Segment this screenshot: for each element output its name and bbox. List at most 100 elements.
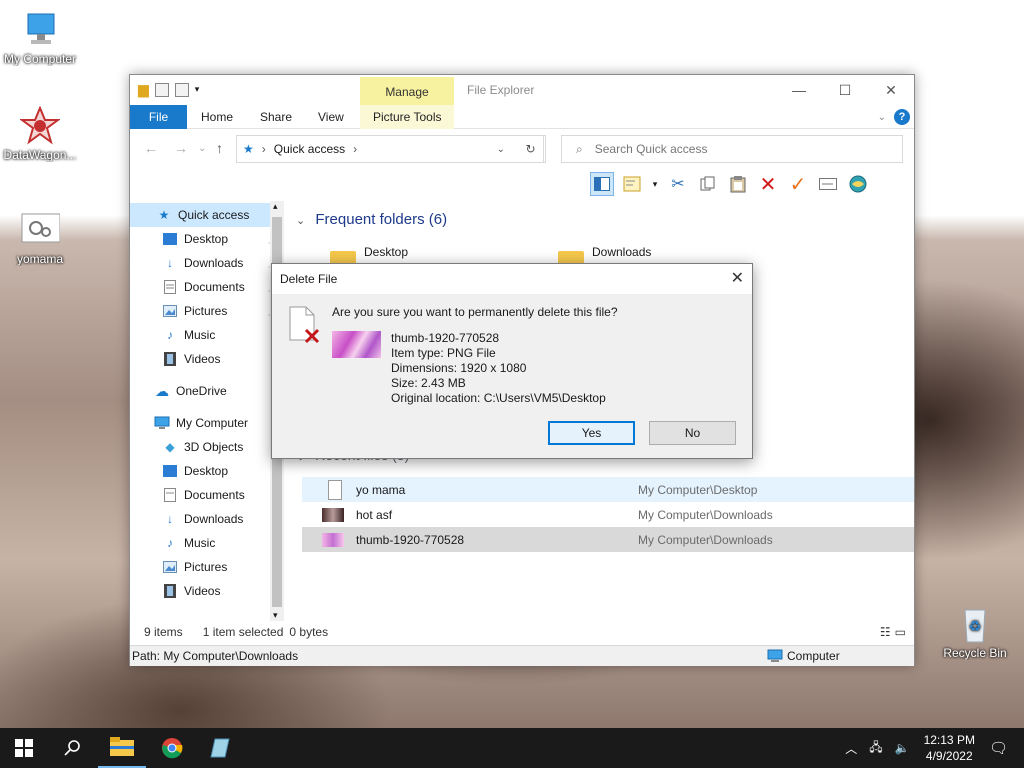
computer-icon (154, 415, 170, 431)
notifications-icon[interactable]: 🗨 (989, 739, 1008, 757)
close-button[interactable]: ✕ (868, 75, 914, 105)
layout-icon[interactable] (620, 172, 644, 196)
large-icons-view-icon[interactable]: ▭ (895, 625, 906, 639)
nav-mc-3d-objects[interactable]: ◆ 3D Objects (130, 435, 284, 459)
nav-mc-desktop[interactable]: Desktop (130, 459, 284, 483)
address-dropdown-icon[interactable]: ⌄ (497, 144, 505, 155)
list-item[interactable]: hot asf My Computer\Downloads (302, 502, 914, 527)
folder-name: Downloads (592, 245, 652, 259)
dialog-title: Delete File (280, 272, 338, 286)
desktop-icon-datawagon[interactable]: DataWagon... (0, 105, 80, 162)
rename-icon[interactable] (816, 172, 840, 196)
nav-qa-desktop[interactable]: Desktop 📌 (130, 227, 284, 251)
desktop-icon-label: My Computer (3, 52, 77, 66)
chevron-down-icon[interactable]: ▾ (650, 172, 660, 196)
folder-tile-desktop[interactable]: Desktop (330, 245, 408, 271)
nav-qa-music[interactable]: ♪ Music (130, 323, 284, 347)
start-button[interactable] (0, 728, 48, 768)
nav-mc-videos[interactable]: Videos (130, 579, 284, 603)
folder-icon[interactable]: ▆ (138, 81, 149, 98)
up-arrow-icon[interactable]: ↑ (216, 140, 223, 156)
breadcrumb-quick-access[interactable]: Quick access (274, 142, 345, 156)
chevron-down-icon[interactable]: ▾ (195, 84, 200, 95)
no-button[interactable]: No (649, 421, 736, 445)
checkmark-icon[interactable]: ✓ (786, 172, 810, 196)
scroll-down-icon[interactable]: ▾ (273, 610, 278, 621)
tab-manage[interactable]: Manage (360, 77, 454, 105)
close-icon[interactable]: ✕ (731, 268, 744, 288)
paste-icon[interactable] (726, 172, 750, 196)
file-name: thumb-1920-770528 (356, 532, 465, 547)
nav-mc-downloads[interactable]: ↓ Downloads (130, 507, 284, 531)
show-hidden-icons-icon[interactable]: ︿ (845, 740, 857, 757)
nav-qa-pictures[interactable]: Pictures 📌 (130, 299, 284, 323)
network-icon[interactable]: 🖧 (869, 738, 882, 759)
forward-arrow-icon[interactable]: → (174, 140, 188, 156)
properties-icon[interactable] (154, 82, 169, 97)
clock[interactable]: 12:13 PM 4/9/2022 (924, 732, 975, 764)
nav-qa-videos[interactable]: Videos (130, 347, 284, 371)
tab-share[interactable]: Share (260, 105, 292, 129)
preview-pane-icon[interactable] (590, 172, 614, 196)
desktop-icon-my-computer[interactable]: My Computer (0, 10, 80, 66)
list-item[interactable]: yo mama My Computer\Desktop (302, 477, 914, 502)
nav-label: Documents (184, 280, 245, 294)
item-count: 9 items (144, 625, 183, 639)
taskbar-app[interactable] (196, 728, 244, 768)
cut-icon[interactable]: ✂ (666, 172, 690, 196)
list-item[interactable]: thumb-1920-770528 My Computer\Downloads (302, 527, 914, 552)
nav-quick-access[interactable]: ★ Quick access (130, 203, 284, 227)
music-note-icon: ♪ (167, 328, 173, 342)
dimensions: Dimensions: 1920 x 1080 (391, 361, 527, 375)
nav-label: OneDrive (176, 384, 227, 398)
desktop-folder-icon (162, 463, 178, 479)
search-button[interactable] (48, 728, 96, 768)
nav-mc-music[interactable]: ♪ Music (130, 531, 284, 555)
nav-mc-documents[interactable]: Documents (130, 483, 284, 507)
tab-view[interactable]: View (318, 105, 344, 129)
tab-picture-tools[interactable]: Picture Tools (373, 105, 441, 129)
maximize-button[interactable]: ☐ (822, 75, 868, 105)
nav-qa-documents[interactable]: Documents 📌 (130, 275, 284, 299)
section-title: Frequent folders (6) (315, 211, 448, 228)
tab-home[interactable]: Home (201, 105, 233, 129)
scroll-up-icon[interactable]: ▴ (273, 201, 278, 212)
volume-icon[interactable]: 🔈 (895, 741, 910, 755)
new-folder-icon[interactable] (174, 82, 189, 97)
film-strip-icon (162, 351, 178, 367)
file-path: My Computer\Desktop (638, 482, 758, 497)
recent-locations-icon[interactable]: ⌄ (198, 143, 206, 154)
globe-icon[interactable] (846, 172, 870, 196)
nav-my-computer[interactable]: My Computer (130, 411, 284, 435)
nav-mc-pictures[interactable]: Pictures (130, 555, 284, 579)
search-icon (64, 740, 80, 756)
nav-label: 3D Objects (184, 440, 244, 454)
details-view-icon[interactable]: ☷ (880, 625, 891, 639)
nav-onedrive[interactable]: ☁ OneDrive (130, 379, 284, 403)
desktop-icon-yomama[interactable]: yomama (0, 210, 80, 266)
taskbar-file-explorer[interactable] (98, 728, 146, 768)
help-icon[interactable]: ? (894, 109, 910, 125)
tab-file[interactable]: File (130, 105, 187, 129)
breadcrumb-separator-icon: › (261, 142, 266, 156)
refresh-button[interactable]: ↻ (516, 135, 546, 163)
yes-button[interactable]: Yes (548, 421, 635, 445)
desktop-icon-label: yomama (16, 252, 63, 266)
copy-icon[interactable] (696, 172, 720, 196)
navigation-pane: ★ Quick access Desktop 📌 ↓ Downloads 📌 D… (130, 201, 284, 621)
desktop-icon-recycle-bin[interactable]: ♻ Recycle Bin (935, 604, 1015, 660)
search-input[interactable]: ⌕ Search Quick access (561, 135, 903, 163)
delete-icon[interactable]: ✕ (756, 172, 780, 196)
address-field[interactable]: ★ › Quick access › ⌄ (236, 135, 544, 163)
minimize-button[interactable]: — (776, 75, 822, 105)
dialog-body: Are you sure you want to permanently del… (272, 294, 752, 458)
nav-label: Desktop (184, 232, 229, 246)
expand-ribbon-icon[interactable]: ⌄ (878, 112, 886, 123)
taskbar-chrome[interactable] (148, 728, 196, 768)
frequent-folders-header[interactable]: ⌄ Frequent folders (6) (296, 211, 447, 228)
nav-qa-downloads[interactable]: ↓ Downloads 📌 (130, 251, 284, 275)
folder-tile-downloads[interactable]: Downloads (558, 245, 652, 271)
back-arrow-icon[interactable]: ← (144, 140, 158, 156)
file-size: Size: 2.43 MB (391, 376, 466, 390)
delete-file-icon (288, 306, 322, 347)
